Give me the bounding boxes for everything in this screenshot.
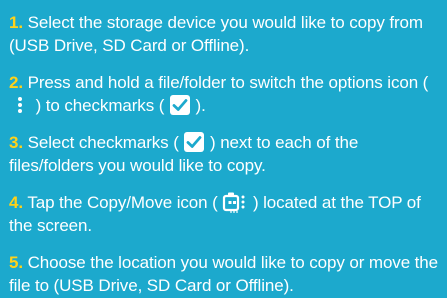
step-1: 1. Select the storage device you would l… — [9, 11, 445, 57]
step-4: 4. Tap the Copy/Move icon ( ) located at… — [9, 191, 445, 237]
step-text: Tap the Copy/Move icon ( — [27, 193, 218, 212]
step-number: 1. — [9, 13, 23, 32]
kebab-menu-icon — [9, 96, 31, 114]
step-text: Press and hold a file/folder to switch t… — [27, 73, 429, 92]
copy-move-icon — [222, 191, 248, 213]
step-text: Choose the location you would like to co… — [9, 253, 439, 295]
instruction-steps: 1. Select the storage device you would l… — [0, 0, 447, 298]
checkmark-icon — [169, 94, 191, 116]
step-5: 5. Choose the location you would like to… — [9, 251, 445, 297]
step-text: ). — [195, 96, 206, 115]
step-number: 2. — [9, 73, 23, 92]
step-text: ) to checkmarks ( — [35, 96, 165, 115]
step-2: 2. Press and hold a file/folder to switc… — [9, 71, 445, 117]
step-3: 3. Select checkmarks ( ) next to each of… — [9, 131, 445, 177]
step-text: Select the storage device you would like… — [9, 13, 423, 55]
step-text: Select checkmarks ( — [27, 133, 179, 152]
step-number: 3. — [9, 133, 23, 152]
checkmark-icon — [183, 131, 205, 153]
step-number: 5. — [9, 253, 23, 272]
step-number: 4. — [9, 193, 23, 212]
